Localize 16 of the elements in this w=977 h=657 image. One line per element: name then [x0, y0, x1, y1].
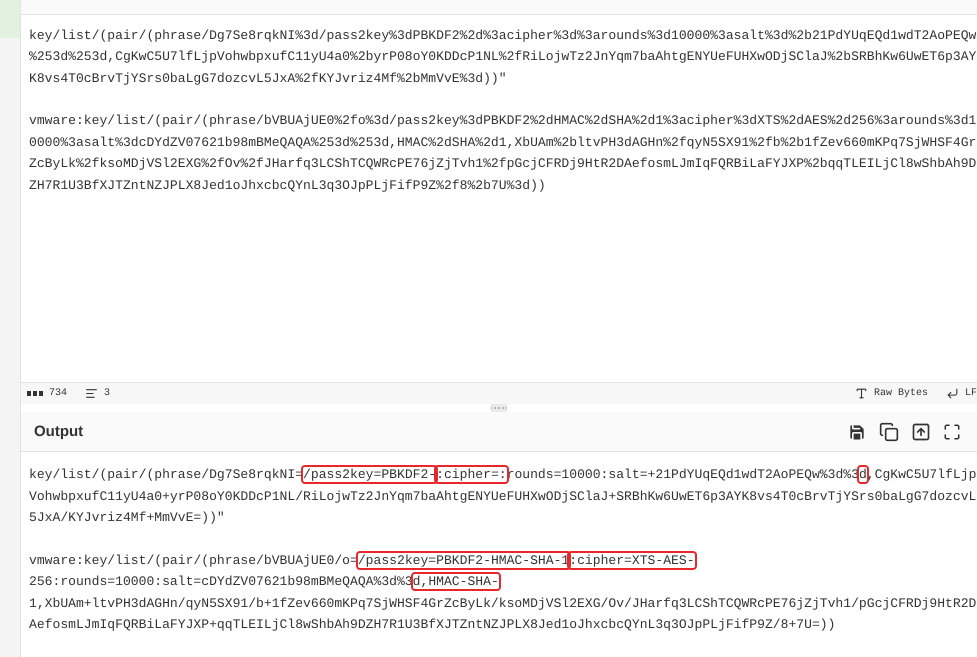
highlighted-panel-edge — [0, 0, 20, 38]
line-ending-icon — [946, 387, 959, 400]
character-count: 734 — [49, 388, 68, 400]
fullscreen-icon[interactable] — [943, 422, 961, 441]
copy-icon[interactable] — [879, 422, 899, 442]
input-text[interactable]: key/list/(pair/(phrase/Dg7Se8rqkNI%3d/pass2key%3dPBKDF2%2d%3acipher%3d%3arounds%3d10000%3asalt%3d%2b21PdYUqEQd1wdT2AoPEQw%253d%253d,CgKwC5U7lfLjpVohwbpxufC11yU4a0%2byrP08oY0KDDcP1NL%2fRiLojwTz2JnYqm7baAhtgENYUeFUHXwODjSClaJ%2bSRBhKw6UwET6p3AYK8vs4T0cBrvTjYSrs0baLgG7dozcvL5JxA%2fKYJvriz4Mf%2bMmVvE%3d))" — [29, 24, 977, 90]
output-text: vmware:key/list/(pair/(phrase/bVBUAjUE0/o=/pass2key=PBKDF2-HMAC-SHA-1:cipher=XTS-AES- 256:rounds=10000:salt=cDYdZV07621b98mBMeQAQA%3d%3d,HMAC-SHA- 1,XbUAm+ltvPH3dAGHn/qyN5SX91/b+1fZev660mKPq7SjWHSF4GrZcByLk/ksoMDjVSl2EXG/Ov/JHarfq3LCShTCQWRcPE76jZjTvh1/pGcjCFRDj9HtR2DAefosmLJmIqFQRBiLaFYJXP+qqTLEILjCl8wShbAh9DZH7R1U3BfXJTZntNZJPLX8Jed1oJhxcbcQYnL3q3OJpPLjFifP9Z/8+7U=)) — [29, 552, 977, 634]
input-text[interactable]: vmware:key/list/(pair/(phrase/bVBUAjUE0%2fo%3d/pass2key%3dPBKDF2%2dHMAC%2dSHA%2d1%3acipher%3dXTS%2dAES%2d256%3arounds%3d10000%3asalt%3dcDYdZV07621b98mBMeQAQA%253d%253d,HMAC%2dSHA%2d1,XbUAm%2bltvPH3dAGHn%2fqyN5SX91%2fb%2b1fZev660mKPq7SjWHSF4GrZcByLk%2fksoMDjVSl2EXG%2fOv%2fJHarfq3LCShTCQWRcPE76jZjTvh1%2fpGcjCFRDj9HtR2DAefosmLJmIqFQRBiLaFYJXP%2bqqTLEILjCl8wShbAh9DZH7R1U3BfXJTZntNZJPLX8Jed1oJhxcbcQYnL3q3OJpPLjFifP9Z%2f8%2b7U%3d)) — [29, 110, 977, 196]
eol-selector[interactable]: LF — [964, 388, 977, 400]
line-count: 3 — [104, 388, 110, 400]
text-length-icon — [27, 390, 43, 398]
encoding-selector[interactable]: Raw Bytes — [874, 388, 928, 400]
output-title: Output — [34, 423, 84, 440]
lines-icon — [85, 387, 98, 400]
text-size-icon — [854, 387, 868, 400]
replace-input-icon[interactable] — [911, 422, 931, 442]
